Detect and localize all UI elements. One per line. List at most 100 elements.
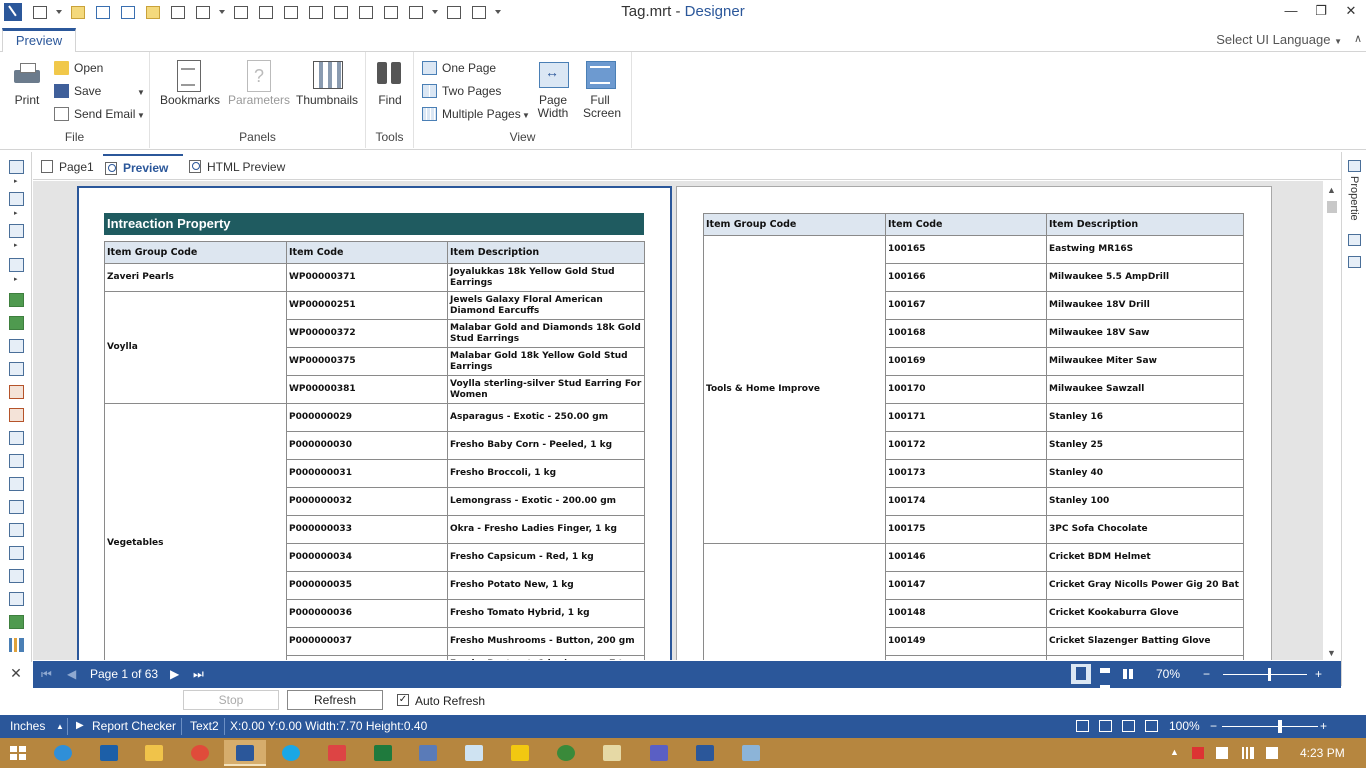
tab-preview-doc[interactable]: Preview: [103, 154, 183, 180]
properties-icon[interactable]: [1348, 160, 1361, 172]
designer-zoom-slider-thumb[interactable]: [1277, 720, 1282, 733]
remote-desktop-icon[interactable]: [407, 740, 449, 766]
multiple-pages-view-icon[interactable]: [1118, 664, 1138, 684]
sub-report-icon[interactable]: [9, 477, 24, 491]
last-page-icon[interactable]: ⏭: [193, 665, 204, 683]
single-page-view-icon[interactable]: [1071, 664, 1091, 684]
one-page-button[interactable]: One Page: [422, 59, 496, 79]
tab-preview[interactable]: Preview: [2, 28, 76, 53]
snipping-tool-icon[interactable]: [316, 740, 358, 766]
stimulsoft-designer-taskbar-icon[interactable]: [224, 740, 266, 766]
scroll-thumb[interactable]: [1327, 201, 1337, 213]
report-checker-icon[interactable]: ▶: [76, 720, 84, 731]
full-screen-button[interactable]: Full Screen: [583, 60, 621, 120]
tab-html-preview[interactable]: HTML Preview: [187, 154, 285, 180]
dictionary-icon[interactable]: [1348, 234, 1361, 246]
expand-arrow-icon[interactable]: ▸: [14, 177, 18, 185]
thumbnails-button[interactable]: Thumbnails: [296, 60, 358, 107]
file-explorer-icon[interactable]: [133, 740, 175, 766]
find-button[interactable]: Find: [374, 60, 406, 107]
page-indicator[interactable]: Page 1 of 63: [90, 665, 158, 683]
sql-server-icon[interactable]: [591, 740, 633, 766]
ui-language-dropdown[interactable]: Select UI Language ▼: [1216, 32, 1342, 47]
auto-refresh-checkbox[interactable]: ✓: [397, 694, 409, 706]
image-band-icon[interactable]: [9, 258, 24, 272]
print-button[interactable]: Print: [10, 60, 44, 107]
paint-icon[interactable]: [730, 740, 772, 766]
vertical-scrollbar[interactable]: ▲ ▼: [1323, 181, 1341, 660]
chart-icon[interactable]: [9, 638, 24, 652]
teams-icon[interactable]: [638, 740, 680, 766]
zoom-slider[interactable]: [1223, 668, 1307, 681]
refresh-button[interactable]: Refresh: [287, 690, 383, 710]
picture-icon[interactable]: [9, 569, 24, 583]
designer-zoom-out-button[interactable]: −: [1210, 719, 1217, 733]
cross-tab-icon[interactable]: [9, 523, 24, 537]
ribbon-collapse-icon[interactable]: ∧: [1354, 32, 1362, 45]
parameters-button[interactable]: Parameters: [228, 60, 290, 107]
expand-arrow-icon[interactable]: ▸: [14, 209, 18, 217]
save-button[interactable]: Save: [54, 82, 101, 102]
designer-zoom-in-button[interactable]: +: [1320, 719, 1327, 733]
network-warning-icon[interactable]: [1192, 747, 1204, 759]
zoom-out-button[interactable]: −: [1203, 665, 1210, 683]
scroll-down-icon[interactable]: ▼: [1327, 648, 1336, 658]
system-clock[interactable]: 4:23 PM: [1300, 746, 1345, 760]
zip-code-icon[interactable]: [9, 615, 24, 629]
one-page-zoom-icon[interactable]: [1122, 720, 1135, 732]
cross-band-icon[interactable]: [9, 224, 24, 238]
save-dropdown-icon[interactable]: ▼: [137, 88, 145, 97]
two-pages-button[interactable]: Two Pages: [422, 82, 501, 102]
send-email-dropdown-icon[interactable]: ▼: [137, 111, 145, 120]
page-width-button[interactable]: Page Width: [536, 60, 570, 120]
expand-arrow-icon[interactable]: ▸: [14, 241, 18, 249]
minimize-button[interactable]: —: [1276, 0, 1306, 22]
chrome-icon[interactable]: [179, 740, 221, 766]
show-hidden-icons-icon[interactable]: ▲: [1170, 747, 1182, 759]
media-player-icon[interactable]: [545, 740, 587, 766]
excel-icon[interactable]: [362, 740, 404, 766]
continuous-view-icon[interactable]: [1095, 664, 1115, 690]
report-title-band-icon[interactable]: [9, 160, 24, 174]
send-email-button[interactable]: Send Email: [54, 105, 135, 125]
system-text-icon[interactable]: [9, 408, 24, 422]
report-tree-icon[interactable]: [1348, 256, 1361, 268]
multiple-pages-dropdown-icon[interactable]: ▼: [522, 111, 530, 120]
word-icon[interactable]: [684, 740, 726, 766]
panel-icon[interactable]: [9, 431, 24, 445]
zoom-in-button[interactable]: +: [1315, 665, 1322, 683]
power-bi-icon[interactable]: [499, 740, 541, 766]
first-page-icon[interactable]: ⏮: [41, 665, 52, 683]
fit-page-icon[interactable]: [1076, 720, 1089, 732]
report-viewer[interactable]: Intreaction Property Item Group Code Ite…: [33, 181, 1341, 660]
zoom-slider-thumb[interactable]: [1268, 668, 1272, 681]
scroll-up-icon[interactable]: ▲: [1327, 185, 1336, 195]
volume-muted-icon[interactable]: [1266, 747, 1278, 759]
outlook-icon[interactable]: [88, 740, 130, 766]
rich-text-icon[interactable]: [9, 362, 24, 376]
properties-tab[interactable]: Propertie: [1348, 176, 1360, 221]
stop-button[interactable]: Stop: [183, 690, 279, 710]
data-band-icon[interactable]: [9, 293, 24, 307]
report-checker-button[interactable]: Report Checker: [92, 719, 176, 733]
bookmarks-button[interactable]: Bookmarks: [160, 60, 220, 107]
rectangle-icon[interactable]: [9, 592, 24, 606]
previous-page-icon[interactable]: ◀: [67, 665, 76, 683]
multi-page-zoom-icon[interactable]: [1145, 720, 1158, 732]
tools-wrench-icon[interactable]: ✕: [0, 662, 32, 686]
windows-start-icon[interactable]: [10, 746, 26, 760]
units-dropdown[interactable]: Inches: [10, 719, 45, 733]
notepad-icon[interactable]: [453, 740, 495, 766]
text-icon[interactable]: [9, 339, 24, 353]
label-icon[interactable]: [9, 546, 24, 560]
close-button[interactable]: ✕: [1336, 0, 1366, 22]
table-icon[interactable]: [9, 500, 24, 514]
restore-button[interactable]: ❐: [1306, 0, 1336, 22]
fit-width-icon[interactable]: [1099, 720, 1112, 732]
wifi-signal-icon[interactable]: [1242, 747, 1254, 759]
clone-icon[interactable]: [9, 454, 24, 468]
battery-icon[interactable]: [1216, 747, 1228, 759]
skype-icon[interactable]: [270, 740, 312, 766]
text-in-cells-icon[interactable]: [9, 385, 24, 399]
header-band-icon[interactable]: [9, 192, 24, 206]
